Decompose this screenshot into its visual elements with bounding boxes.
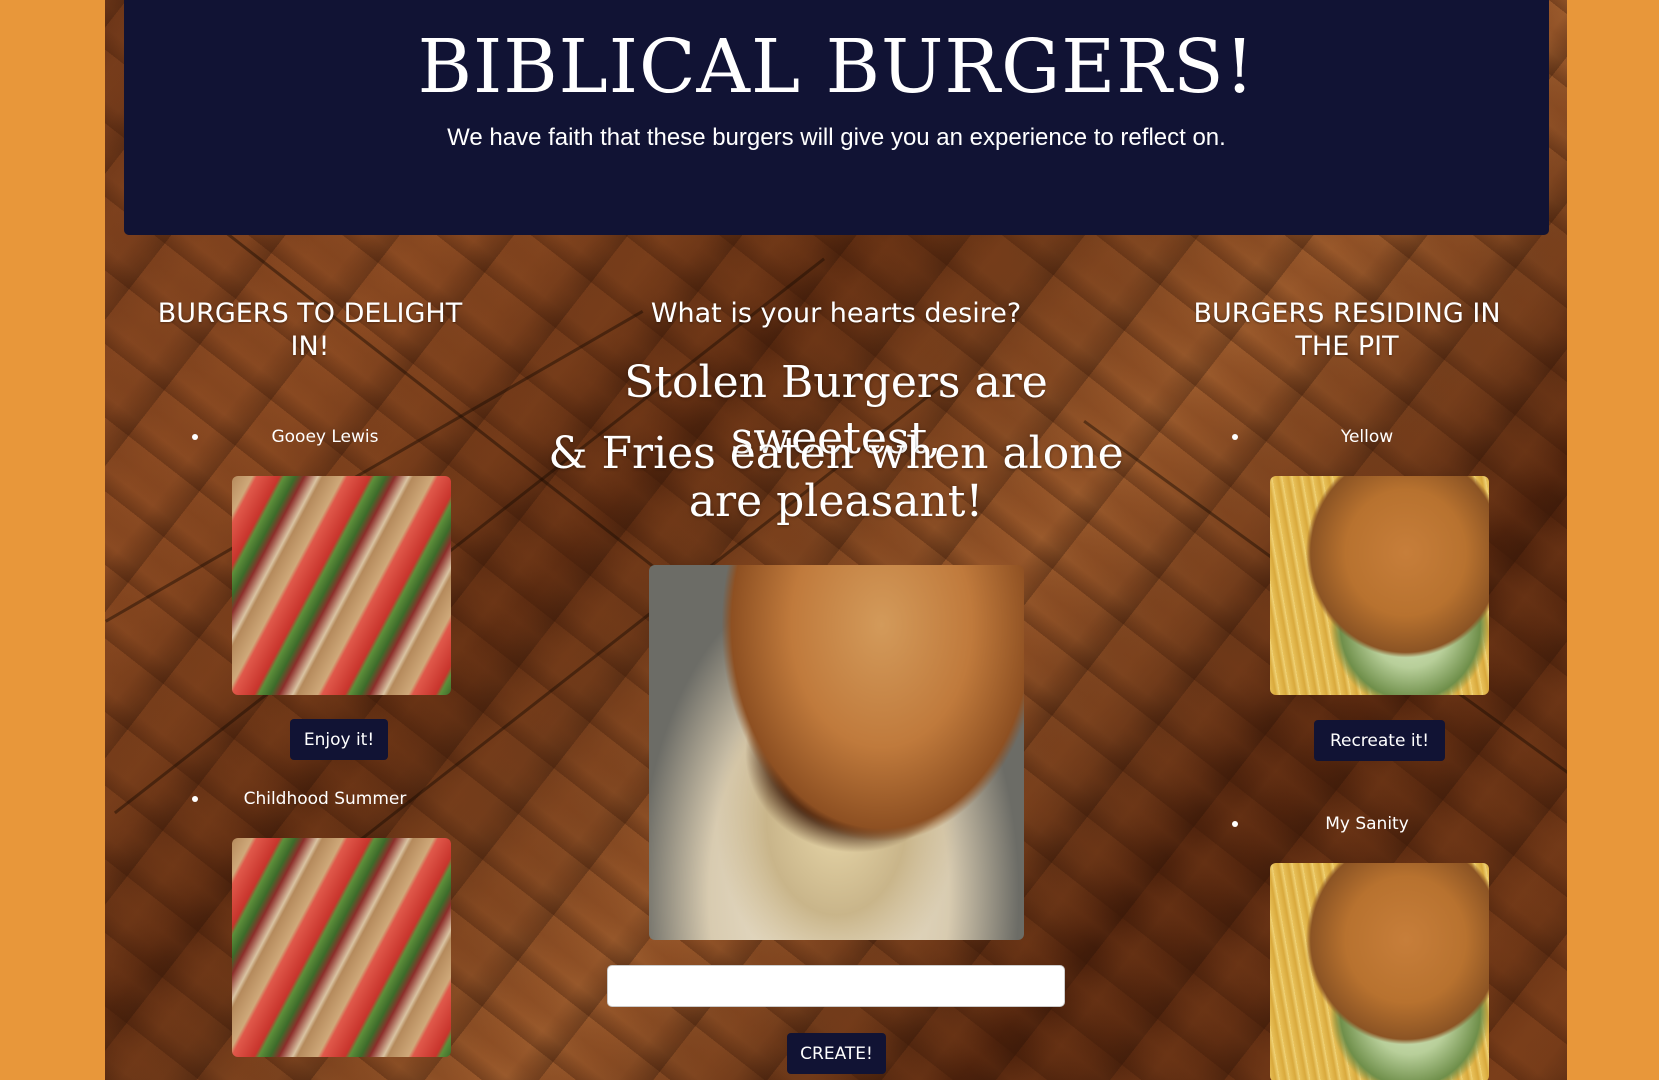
quote-line-2: & Fries eaten when alone are pleasant! bbox=[548, 428, 1124, 527]
list-item-label: Childhood Summer bbox=[243, 789, 407, 809]
list-item-label: Yellow bbox=[1340, 427, 1394, 447]
center-column-title: What is your hearts desire? bbox=[650, 298, 1022, 329]
site-header: BIBLICAL BURGERS! We have faith that the… bbox=[124, 0, 1549, 235]
wood-background: BIBLICAL BURGERS! We have faith that the… bbox=[105, 0, 1567, 1080]
recreate-it-button[interactable]: Recreate it! bbox=[1314, 720, 1445, 761]
enjoy-it-button[interactable]: Enjoy it! bbox=[290, 719, 388, 760]
burger-image-gooey-lewis bbox=[232, 476, 451, 695]
featured-burger-image bbox=[649, 565, 1024, 940]
list-bullet bbox=[1232, 434, 1238, 440]
site-title: BIBLICAL BURGERS! bbox=[417, 24, 1256, 110]
right-column-title: BURGERS RESIDING IN THE PIT bbox=[1193, 298, 1501, 362]
create-button[interactable]: CREATE! bbox=[787, 1033, 886, 1074]
site-tagline: We have faith that these burgers will gi… bbox=[447, 124, 1226, 151]
list-item-label: My Sanity bbox=[1325, 814, 1409, 834]
left-column-title: BURGERS TO DELIGHT IN! bbox=[157, 298, 463, 362]
burger-name-input[interactable] bbox=[607, 965, 1065, 1007]
burger-image-my-sanity bbox=[1270, 863, 1489, 1080]
list-item-label: Gooey Lewis bbox=[271, 427, 379, 447]
burger-image-yellow bbox=[1270, 476, 1489, 695]
list-bullet bbox=[192, 434, 198, 440]
burger-image-childhood-summer bbox=[232, 838, 451, 1057]
list-bullet bbox=[192, 796, 198, 802]
list-bullet bbox=[1232, 821, 1238, 827]
